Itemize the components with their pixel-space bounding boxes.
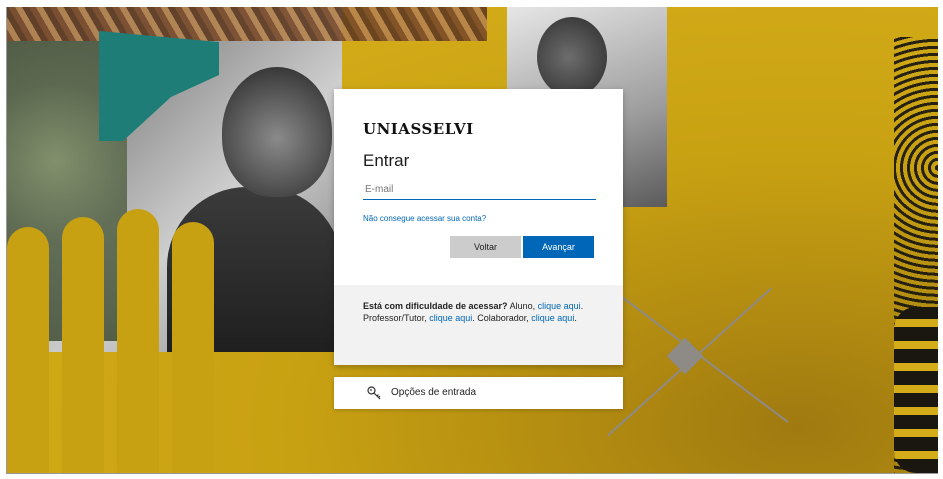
- help-section: Está com dificuldade de acessar? Aluno, …: [334, 285, 623, 365]
- help-heading: Está com dificuldade de acessar?: [363, 301, 508, 311]
- signin-options-button[interactable]: Opções de entrada: [334, 377, 623, 409]
- page-title: Entrar: [363, 151, 410, 170]
- help-text-end: .: [574, 313, 577, 323]
- weave-texture: [7, 7, 487, 41]
- signin-options-label: Opções de entrada: [391, 387, 477, 398]
- brand-logo: UNIASSELVI: [363, 120, 474, 138]
- stripe-decoration: [894, 307, 938, 473]
- forgot-account-link[interactable]: Não consegue acessar sua conta?: [363, 214, 486, 223]
- key-icon: [367, 386, 381, 400]
- staff-help-link[interactable]: clique aqui: [531, 313, 574, 323]
- professor-help-link[interactable]: clique aqui: [429, 313, 472, 323]
- help-text-staff: . Colaborador,: [472, 313, 532, 323]
- login-form: UNIASSELVI Entrar Não consegue acessar s…: [334, 89, 623, 285]
- back-button[interactable]: Voltar: [450, 236, 521, 258]
- next-button[interactable]: Avançar: [523, 236, 594, 258]
- x-center-diamond: [666, 337, 704, 375]
- login-card: UNIASSELVI Entrar Não consegue acessar s…: [334, 89, 623, 365]
- email-field[interactable]: [363, 179, 596, 200]
- man-head: [537, 17, 607, 97]
- student-help-link[interactable]: clique aqui: [538, 301, 581, 311]
- help-text: Está com dificuldade de acessar? Aluno, …: [363, 300, 598, 324]
- student-head: [222, 67, 332, 197]
- yellow-arches-decoration: [7, 207, 217, 473]
- help-text-student: Aluno,: [507, 301, 538, 311]
